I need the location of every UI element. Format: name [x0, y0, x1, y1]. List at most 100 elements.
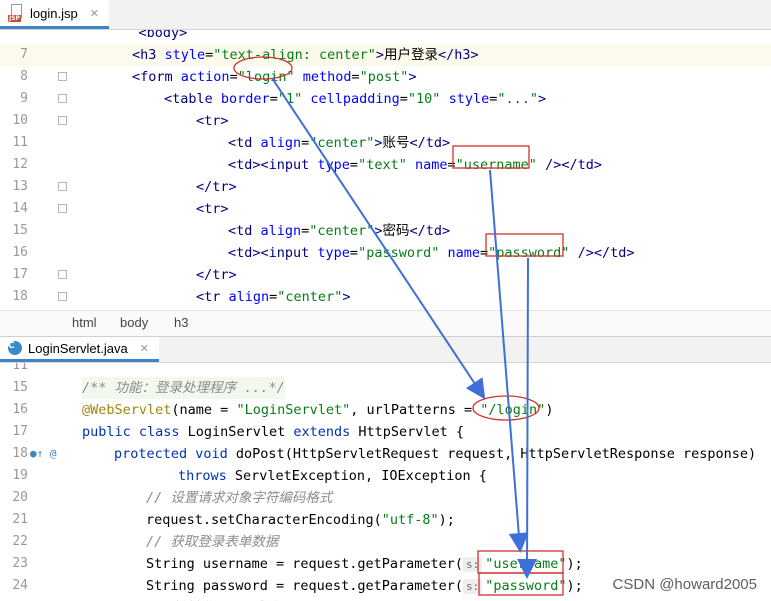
- code-line[interactable]: 17 public class LoginServlet extends Http…: [0, 421, 771, 443]
- code-token: "login": [237, 69, 295, 85]
- code-token: <td><input: [228, 245, 318, 261]
- code-token: align: [228, 289, 270, 305]
- code-token: <body>: [106, 30, 188, 41]
- code-line[interactable]: 16 @WebServlet(name = "LoginServlet", url…: [0, 399, 771, 421]
- code-token: extends: [293, 424, 359, 440]
- code-line[interactable]: 12 <td><input type="text" name="username"…: [0, 154, 771, 176]
- line-number: 17: [12, 267, 28, 282]
- line-number: 7: [20, 47, 28, 62]
- code-token: "password": [358, 245, 440, 261]
- code-line[interactable]: 21 request.setCharacterEncoding("utf-8");: [0, 509, 771, 531]
- code-token: );: [566, 578, 583, 594]
- code-line[interactable]: 13 </tr>: [0, 176, 771, 198]
- line-number: 10: [12, 113, 28, 128]
- code-line[interactable]: 18 <tr align="center">: [0, 286, 771, 308]
- code-text: <body>: [106, 30, 188, 44]
- code-line[interactable]: 20 // 设置请求对象字符编码格式: [0, 487, 771, 509]
- code-text: // 判断登录是否成功: [146, 597, 278, 601]
- code-token: (name =: [171, 402, 237, 418]
- breadcrumb-item[interactable]: html: [72, 315, 97, 330]
- code-token: "post": [359, 69, 409, 85]
- code-token: <td: [228, 223, 261, 239]
- fold-marker-icon[interactable]: [58, 72, 67, 81]
- fold-marker-icon[interactable]: [58, 94, 67, 103]
- code-token: "1": [277, 91, 303, 107]
- code-token: style: [164, 47, 206, 63]
- code-text: // 设置请求对象字符编码格式: [146, 487, 332, 509]
- code-text: <tr>: [196, 198, 229, 220]
- code-line[interactable]: 22 // 获取登录表单数据: [0, 531, 771, 553]
- code-token: /></td>: [545, 157, 602, 173]
- code-line[interactable]: 16 <td><input type="password" name="passw…: [0, 242, 771, 264]
- code-token: type: [317, 157, 350, 173]
- line-number: 15: [12, 223, 28, 238]
- code-line[interactable]: 11: [0, 363, 771, 377]
- close-icon[interactable]: ✕: [90, 7, 99, 20]
- code-line[interactable]: // 判断登录是否成功: [0, 597, 771, 601]
- code-token: @WebServlet: [82, 402, 172, 418]
- code-token: 用户登录: [384, 47, 438, 63]
- code-token: cellpadding: [310, 91, 400, 107]
- code-token: "LoginServlet": [236, 402, 351, 418]
- code-line[interactable]: 7 <h3 style="text-align: center">用户登录</h3…: [0, 44, 771, 66]
- code-token: name: [447, 245, 480, 261]
- code-line[interactable]: 17 </tr>: [0, 264, 771, 286]
- code-line[interactable]: 15 /** 功能：登录处理程序 ...*/: [0, 377, 771, 399]
- code-text: <tr align="center">: [196, 286, 350, 308]
- line-number: 9: [20, 91, 28, 106]
- fold-marker-icon[interactable]: [58, 292, 67, 301]
- code-line[interactable]: <body>: [0, 30, 771, 44]
- code-line[interactable]: 15 <td align="center">密码</td>: [0, 220, 771, 242]
- code-token: =: [351, 69, 360, 85]
- code-text: <td><input type="password" name="passwor…: [228, 242, 634, 264]
- code-line[interactable]: 18 ●↑ @ protected void doPost(HttpServletR…: [0, 443, 771, 465]
- code-token: "text-align: center": [213, 47, 376, 63]
- close-icon[interactable]: ✕: [140, 342, 149, 355]
- line-number: 14: [12, 201, 28, 216]
- code-line[interactable]: 9 <table border="1" cellpadding="10" styl…: [0, 88, 771, 110]
- code-line[interactable]: 10 <tr>: [0, 110, 771, 132]
- fold-marker-icon[interactable]: [58, 204, 67, 213]
- code-token: name: [414, 157, 448, 173]
- code-token: <form: [132, 69, 181, 85]
- tab-login-jsp[interactable]: JSP login.jsp ✕: [0, 0, 109, 29]
- jsp-editor[interactable]: <body> 7 <h3 style="text-align: center">用户…: [0, 30, 771, 310]
- java-class-icon: C: [8, 341, 22, 355]
- java-editor[interactable]: 11 15 /** 功能：登录处理程序 ...*/ 16 @WebServlet(nam…: [0, 363, 771, 601]
- line-number: 16: [12, 402, 28, 417]
- breadcrumb-item[interactable]: h3: [174, 315, 188, 330]
- code-text: public class LoginServlet extends HttpSe…: [82, 421, 464, 443]
- code-token: , urlPatterns =: [350, 402, 481, 418]
- line-number: 15: [12, 380, 28, 395]
- code-token: =: [269, 91, 278, 107]
- code-token: "...": [497, 91, 538, 107]
- code-token: "center": [277, 289, 343, 305]
- override-gutter-icon[interactable]: ●↑ @: [30, 443, 70, 465]
- code-line[interactable]: 8 <form action="login" method="post">: [0, 66, 771, 88]
- code-token: >: [375, 47, 384, 63]
- code-line[interactable]: 11 <td align="center">账号</td>: [0, 132, 771, 154]
- code-token: );: [566, 556, 583, 572]
- code-line[interactable]: 23 String username = request.getParameter…: [0, 553, 771, 575]
- code-line[interactable]: 19 throws ServletException, IOException {: [0, 465, 771, 487]
- breadcrumb-item[interactable]: body: [120, 315, 148, 330]
- code-token: "username": [485, 556, 567, 572]
- tab-loginservlet-java[interactable]: C LoginServlet.java ✕: [0, 337, 159, 362]
- tab-label: LoginServlet.java: [28, 340, 128, 356]
- code-text: <td><input type="text" name="username" /…: [228, 154, 602, 176]
- fold-marker-icon[interactable]: [58, 182, 67, 191]
- code-token: "center": [309, 223, 375, 239]
- code-token: HttpServlet {: [358, 424, 465, 440]
- fold-marker-icon[interactable]: [58, 270, 67, 279]
- code-line[interactable]: 14 <tr>: [0, 198, 771, 220]
- code-token: doPost(HttpServletRequest request, HttpS…: [235, 446, 757, 462]
- code-token: border: [220, 91, 270, 107]
- code-text: </tr>: [196, 176, 237, 198]
- fold-marker-icon[interactable]: [58, 116, 67, 125]
- code-token: align: [260, 223, 302, 239]
- code-token: =: [480, 245, 489, 261]
- code-token: /></td>: [577, 245, 635, 261]
